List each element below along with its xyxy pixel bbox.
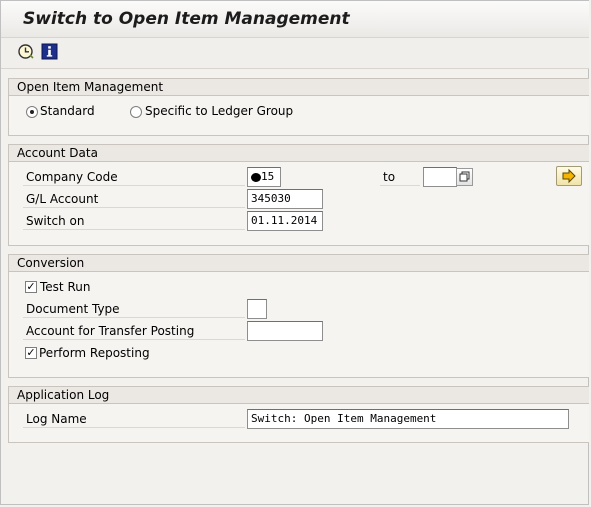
multiple-selection-button[interactable] (456, 168, 473, 186)
group-heading: Application Log (9, 387, 589, 404)
gl-account-label: G/L Account (26, 192, 99, 206)
open-item-management-group: Open Item Management Standard Specific t… (8, 78, 589, 136)
group-heading: Conversion (9, 255, 589, 272)
ledger-group-radio-label: Specific to Ledger Group (145, 104, 294, 118)
ledger-group-radio[interactable] (130, 106, 142, 118)
redaction-mark (251, 172, 261, 182)
label-underline (23, 427, 245, 428)
page-title: Switch to Open Item Management (23, 9, 350, 29)
company-code-value: 15 (261, 170, 275, 183)
label-underline (23, 207, 245, 208)
transfer-account-field[interactable] (247, 321, 323, 341)
application-log-group: Application Log Log Name Switch: Open It… (8, 386, 589, 443)
group-heading: Account Data (9, 145, 589, 162)
perform-reposting-checkbox[interactable]: ✓ (25, 347, 37, 359)
application-toolbar (1, 38, 589, 69)
title-bar: Switch to Open Item Management (1, 1, 589, 38)
label-underline (23, 229, 245, 230)
label-underline (23, 339, 245, 340)
perform-reposting-label: Perform Reposting (39, 346, 150, 360)
label-underline (23, 185, 245, 186)
test-run-checkbox[interactable]: ✓ (25, 281, 37, 293)
switch-on-label: Switch on (26, 214, 85, 228)
standard-radio-label: Standard (40, 104, 95, 118)
to-label: to (383, 170, 396, 184)
label-underline (23, 317, 245, 318)
standard-radio[interactable] (26, 106, 38, 118)
log-name-label: Log Name (26, 412, 87, 426)
multiple-selection-icon (459, 171, 470, 182)
account-data-group: Account Data Company Code 15 to G/L Acco… (8, 144, 589, 246)
document-type-field[interactable] (247, 299, 267, 319)
execute-clock-icon[interactable] (17, 43, 34, 60)
company-code-label: Company Code (26, 170, 118, 184)
gl-account-field[interactable]: 345030 (247, 189, 323, 209)
label-underline (380, 185, 420, 186)
information-icon[interactable] (41, 43, 58, 60)
log-name-field[interactable]: Switch: Open Item Management (247, 409, 569, 429)
selection-options-button[interactable] (556, 166, 582, 186)
test-run-label: Test Run (40, 280, 91, 294)
document-type-label: Document Type (26, 302, 120, 316)
transfer-account-label: Account for Transfer Posting (26, 324, 195, 338)
arrow-right-icon (562, 168, 576, 184)
conversion-group: Conversion ✓ Test Run Document Type Acco… (8, 254, 589, 378)
switch-on-date-field[interactable]: 01.11.2014 (247, 211, 323, 231)
group-heading: Open Item Management (9, 79, 589, 96)
company-code-field[interactable]: 15 (247, 167, 281, 187)
company-code-to-field[interactable] (423, 167, 457, 187)
